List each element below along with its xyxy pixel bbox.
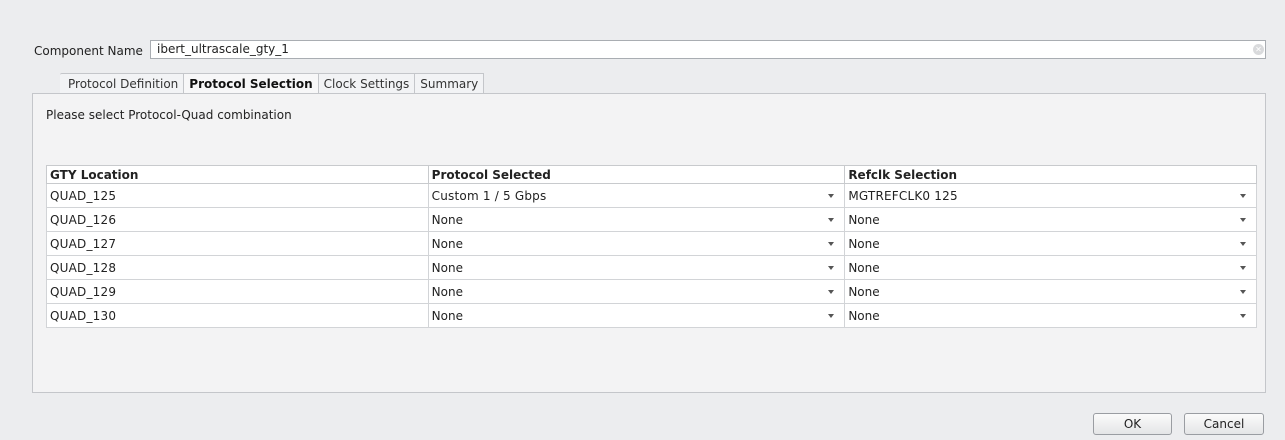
protocol-dropdown[interactable]: None — [427, 255, 846, 280]
column-header-refclk-selection[interactable]: Refclk Selection — [844, 165, 1257, 184]
clear-icon[interactable]: ✕ — [1253, 44, 1264, 55]
protocol-dropdown[interactable]: None — [427, 279, 846, 304]
refclk-dropdown[interactable]: MGTREFCLK0 125 — [844, 183, 1257, 208]
chevron-down-icon[interactable] — [1240, 193, 1246, 198]
chevron-down-icon[interactable] — [1240, 313, 1246, 318]
refclk-dropdown[interactable]: None — [844, 255, 1257, 280]
protocol-value: Custom 1 / 5 Gbps — [431, 188, 547, 203]
refclk-dropdown[interactable]: None — [844, 207, 1257, 232]
column-header-protocol-selected[interactable]: Protocol Selected — [427, 165, 846, 184]
protocol-dropdown[interactable]: None — [427, 231, 846, 256]
protocol-value: None — [431, 236, 463, 251]
gty-location-cell: QUAD_129 — [46, 279, 429, 304]
protocol-value: None — [431, 260, 463, 275]
table-row[interactable]: QUAD_125 Custom 1 / 5 Gbps MGTREFCLK0 12… — [46, 183, 1257, 208]
gty-location-value: QUAD_130 — [50, 308, 117, 323]
protocol-quad-table: GTY Location Protocol Selected Refclk Se… — [46, 165, 1257, 328]
refclk-value: None — [848, 260, 880, 275]
refclk-value: MGTREFCLK0 125 — [848, 188, 958, 203]
chevron-down-icon[interactable] — [1240, 289, 1246, 294]
component-name-label: Component Name — [34, 44, 143, 58]
chevron-down-icon[interactable] — [828, 313, 835, 318]
gty-location-cell: QUAD_127 — [46, 231, 429, 256]
refclk-value: None — [848, 308, 880, 323]
gty-location-value: QUAD_125 — [50, 188, 117, 203]
table-row[interactable]: QUAD_126 None None — [46, 207, 1257, 232]
chevron-down-icon[interactable] — [828, 193, 835, 198]
column-header-gty-location[interactable]: GTY Location — [46, 165, 429, 184]
protocol-value: None — [431, 212, 463, 227]
table-row[interactable]: QUAD_127 None None — [46, 231, 1257, 256]
refclk-value: None — [848, 212, 880, 227]
gty-location-value: QUAD_129 — [50, 284, 117, 299]
component-name-input[interactable]: ibert_ultrascale_gty_1 — [150, 40, 1266, 59]
tab-summary[interactable]: Summary — [414, 73, 485, 93]
tab-bar: Protocol Definition Protocol Selection C… — [60, 73, 485, 94]
chevron-down-icon[interactable] — [828, 241, 835, 246]
table-row[interactable]: QUAD_129 None None — [46, 279, 1257, 304]
gty-location-cell: QUAD_125 — [46, 183, 429, 208]
protocol-value: None — [431, 308, 463, 323]
table-header-row: GTY Location Protocol Selected Refclk Se… — [46, 165, 1257, 184]
tab-protocol-selection[interactable]: Protocol Selection — [183, 73, 319, 94]
ok-button[interactable]: OK — [1093, 413, 1172, 435]
gty-location-cell: QUAD_128 — [46, 255, 429, 280]
refclk-value: None — [848, 236, 880, 251]
table-row[interactable]: QUAD_128 None None — [46, 255, 1257, 280]
gty-location-cell: QUAD_126 — [46, 207, 429, 232]
table-row[interactable]: QUAD_130 None None — [46, 303, 1257, 328]
protocol-dropdown[interactable]: None — [427, 303, 846, 328]
chevron-down-icon[interactable] — [1240, 217, 1246, 222]
refclk-dropdown[interactable]: None — [844, 231, 1257, 256]
chevron-down-icon[interactable] — [1240, 265, 1246, 270]
gty-location-value: QUAD_127 — [50, 236, 117, 251]
refclk-dropdown[interactable]: None — [844, 279, 1257, 304]
gty-location-cell: QUAD_130 — [46, 303, 429, 328]
chevron-down-icon[interactable] — [828, 265, 835, 270]
refclk-dropdown[interactable]: None — [844, 303, 1257, 328]
chevron-down-icon[interactable] — [828, 217, 835, 222]
cancel-button[interactable]: Cancel — [1184, 413, 1264, 435]
protocol-value: None — [431, 284, 463, 299]
chevron-down-icon[interactable] — [828, 289, 835, 294]
protocol-dropdown[interactable]: None — [427, 207, 846, 232]
gty-location-value: QUAD_126 — [50, 212, 117, 227]
refclk-value: None — [848, 284, 880, 299]
chevron-down-icon[interactable] — [1240, 241, 1246, 246]
gty-location-value: QUAD_128 — [50, 260, 117, 275]
instruction-text: Please select Protocol-Quad combination — [46, 108, 292, 122]
component-name-row: Component Name — [34, 40, 149, 62]
tab-clock-settings[interactable]: Clock Settings — [317, 73, 416, 93]
tab-protocol-definition[interactable]: Protocol Definition — [60, 73, 185, 93]
protocol-dropdown[interactable]: Custom 1 / 5 Gbps — [427, 183, 846, 208]
